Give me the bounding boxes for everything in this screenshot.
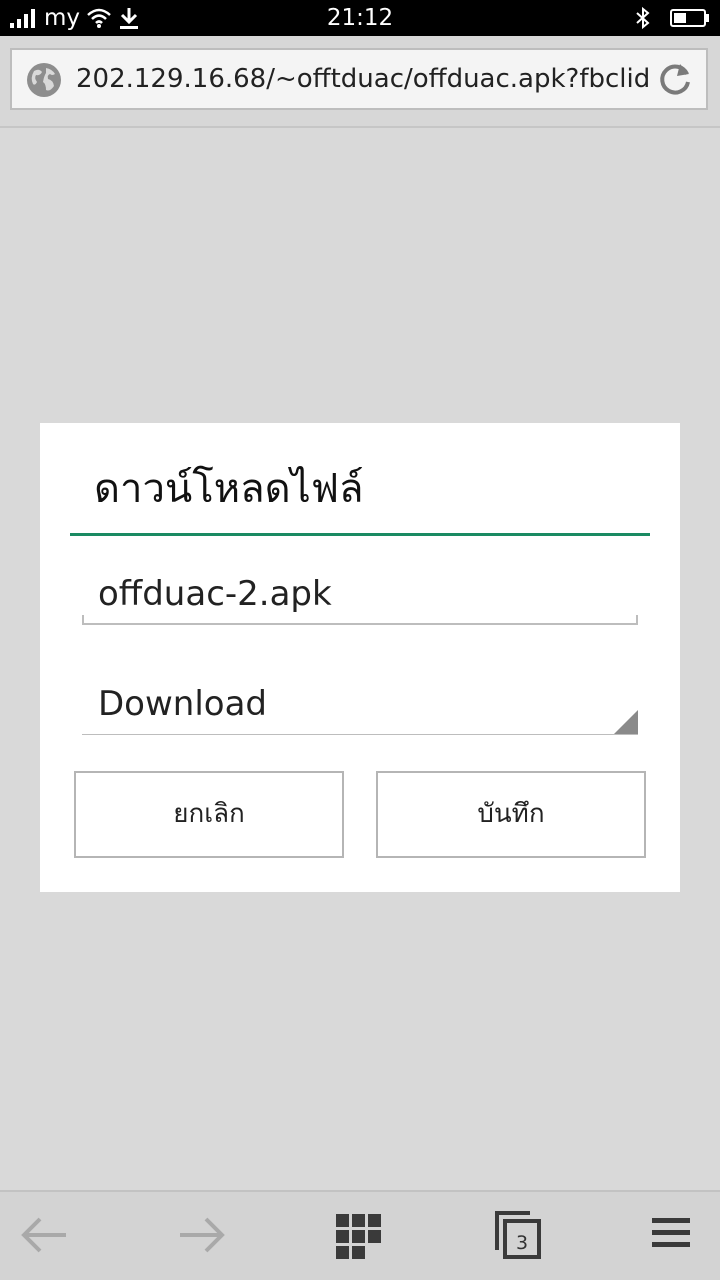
reload-icon[interactable] <box>656 60 694 98</box>
field-edge-left <box>82 615 84 623</box>
browser-toolbar: 202.129.16.68/~offtduac/offduac.apk?fbcl… <box>0 36 720 128</box>
dropdown-triangle-icon <box>614 710 638 734</box>
grid-icon[interactable] <box>334 1212 384 1262</box>
save-button[interactable]: บันทึก <box>376 771 646 858</box>
filename-field[interactable]: offduac-2.apk <box>82 561 638 625</box>
tabs-count: 3 <box>515 1232 529 1254</box>
bottom-toolbar: 3 <box>0 1190 720 1280</box>
address-bar[interactable]: 202.129.16.68/~offtduac/offduac.apk?fbcl… <box>10 48 708 110</box>
forward-arrow-icon[interactable] <box>176 1210 226 1260</box>
globe-icon <box>27 63 61 97</box>
field-edge-right <box>636 615 638 623</box>
dialog-title: ดาวน์โหลดไฟล์ <box>94 466 364 512</box>
url-text[interactable]: 202.129.16.68/~offtduac/offduac.apk?fbcl… <box>76 50 652 108</box>
filename-value[interactable]: offduac-2.apk <box>98 569 332 619</box>
folder-value[interactable]: Download <box>98 679 267 729</box>
status-right <box>634 0 710 36</box>
title-divider <box>70 533 650 536</box>
download-dialog: ดาวน์โหลดไฟล์ offduac-2.apk Download ยกเ… <box>40 423 680 892</box>
folder-select[interactable]: Download <box>82 671 638 735</box>
status-bar: my 21:12 <box>0 0 720 36</box>
cancel-button[interactable]: ยกเลิก <box>74 771 344 858</box>
tabs-button[interactable]: 3 <box>494 1210 544 1260</box>
menu-icon[interactable] <box>650 1216 700 1266</box>
battery-icon <box>670 9 709 27</box>
back-arrow-icon[interactable] <box>20 1210 70 1260</box>
clock: 21:12 <box>326 5 394 31</box>
bluetooth-icon <box>636 6 650 30</box>
